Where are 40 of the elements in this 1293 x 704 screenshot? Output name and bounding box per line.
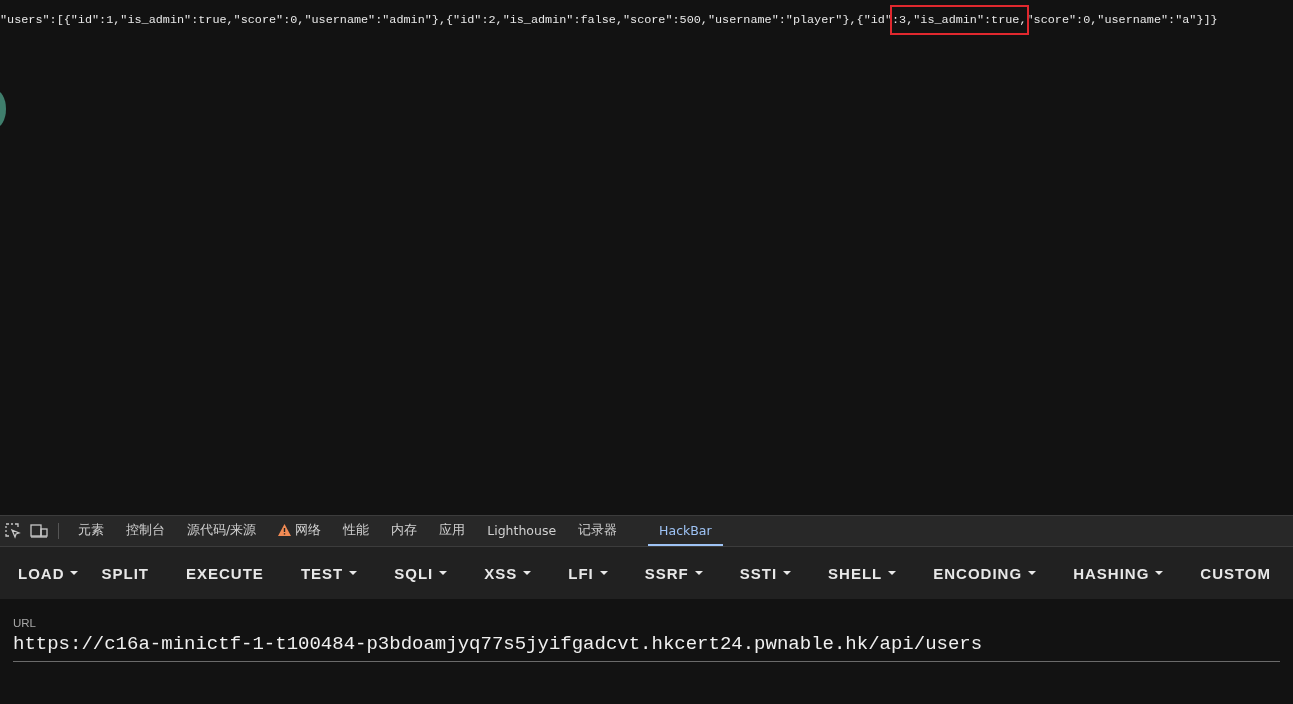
menu-button[interactable]: TEST [288, 556, 370, 590]
caret-icon [523, 571, 532, 575]
devtools-tab[interactable]: 源代码/来源 [176, 516, 268, 546]
toolbar-button[interactable]: EXECUTE [174, 556, 276, 590]
caret-icon [439, 571, 448, 575]
caret-icon [783, 571, 792, 575]
caret-icon [349, 571, 358, 575]
menu-button[interactable]: LFI [556, 556, 620, 590]
menu-button[interactable]: ENCODING [921, 556, 1049, 590]
devtools-tab[interactable]: 记录器 [567, 516, 629, 546]
caret-icon [599, 571, 608, 575]
highlighted-json-text: :3,"is_admin":true, [892, 7, 1027, 33]
toolbar-button[interactable]: SPLIT [89, 556, 161, 590]
menu-button[interactable]: SQLI [382, 556, 460, 590]
device-toolbar-icon[interactable] [30, 523, 48, 539]
devtools-tab[interactable]: 性能 [332, 516, 381, 546]
json-text: "users":[{"id":1,"is_admin":true,"score":0,"username":"admin"},{"id":2,"is_admin":false,"score":500,"username":"player"},{"id" [0, 13, 892, 27]
menu-button[interactable]: XSS [472, 556, 544, 590]
devtools-tab[interactable]: 控制台 [115, 516, 176, 546]
caret-icon [69, 571, 78, 575]
devtools-tab[interactable]: 内存 [380, 516, 429, 546]
caret-icon [694, 571, 703, 575]
url-label: URL [13, 617, 37, 629]
devtools-tab[interactable]: 网络 [267, 516, 333, 546]
url-field[interactable]: URL https://c16a-minictf-1-t100484-p3bdoamjyq77s5jyifgadcvt.hkcert24.pwnable.hk/api/users [13, 617, 1280, 662]
devtools-tab[interactable]: 元素 [67, 516, 115, 546]
menu-button[interactable]: SSTI [727, 556, 804, 590]
menu-button[interactable]: SSRF [632, 556, 715, 590]
caret-icon [1155, 571, 1164, 575]
toolbar-button[interactable]: CUSTOM [1188, 556, 1284, 590]
caret-icon [1028, 571, 1037, 575]
caret-icon [888, 571, 897, 575]
toolbar-button[interactable]: LOAD [6, 556, 77, 590]
url-value: https://c16a-minictf-1-t100484-p3bdoamjyq77s5jyifgadcvt.hkcert24.pwnable.hk/api/users [13, 633, 984, 655]
devtools-tab[interactable]: Lighthouse [476, 516, 568, 546]
menu-button[interactable]: SHELL [816, 556, 909, 590]
menu-button[interactable]: HASHING [1061, 556, 1176, 590]
json-text: "score":0,"username":"a"}]} [1026, 13, 1218, 27]
devtools-tab[interactable]: 应用 [428, 516, 477, 546]
inspect-element-icon[interactable] [5, 523, 21, 539]
